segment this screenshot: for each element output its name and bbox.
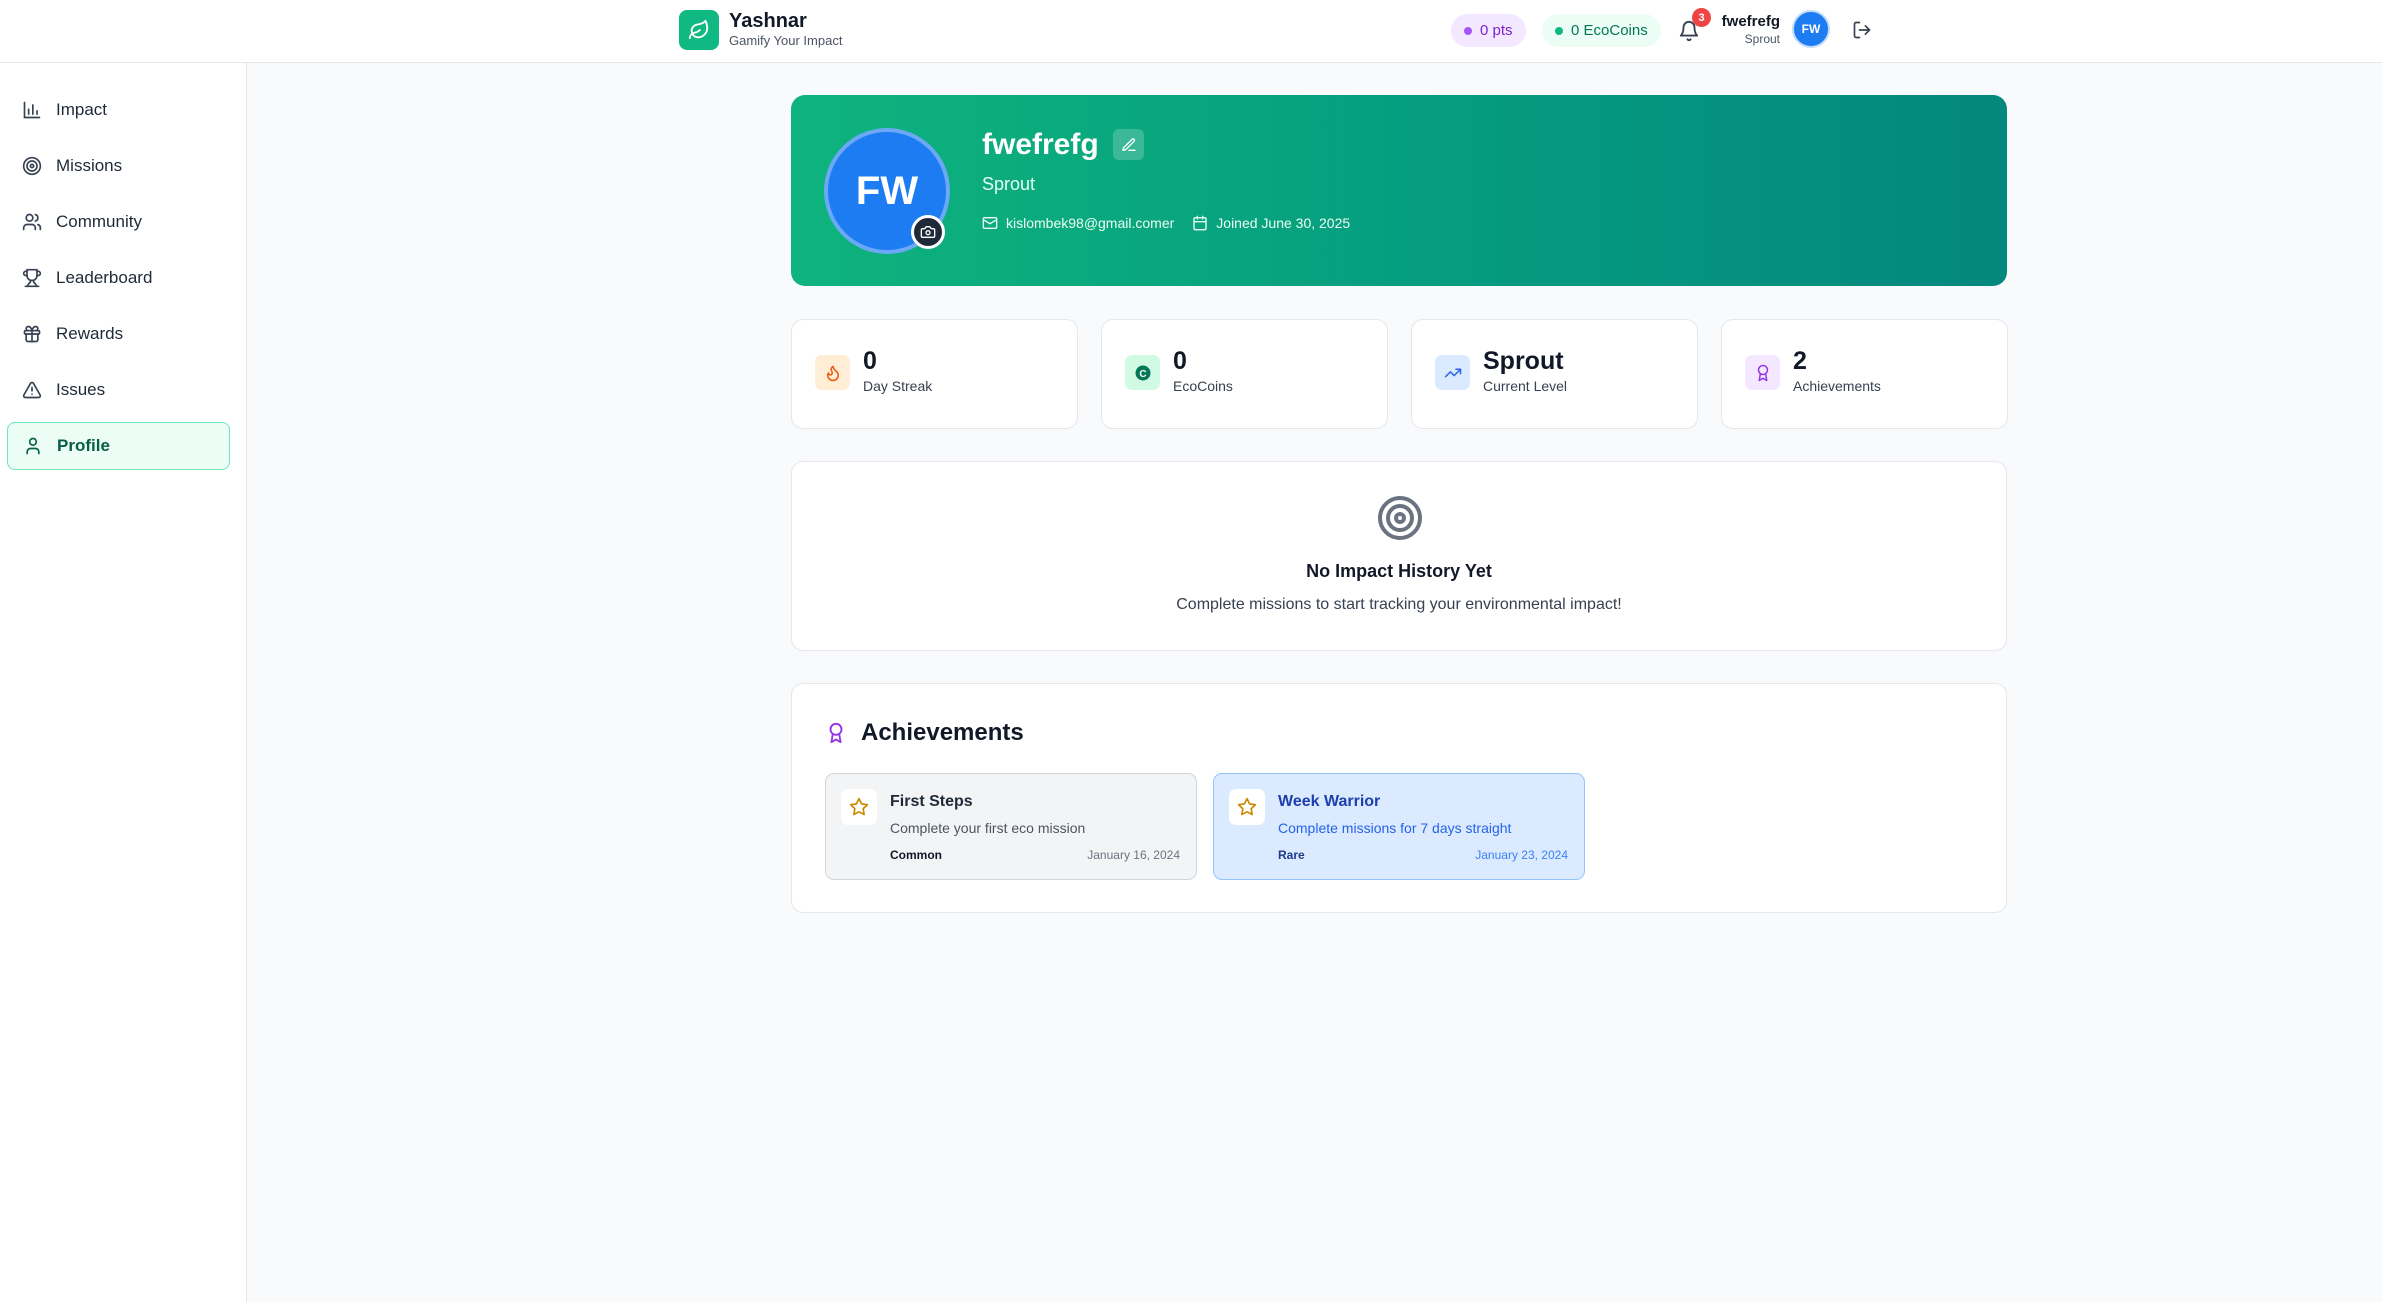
impact-history-card: No Impact History Yet Complete missions … <box>791 461 2007 651</box>
stat-value: Sprout <box>1483 347 1564 375</box>
trophy-icon <box>22 268 42 288</box>
calendar-icon <box>1193 215 1207 231</box>
sidebar-item-issues[interactable]: Issues <box>7 366 230 414</box>
profile-joined: Joined June 30, 2025 <box>1216 215 1351 231</box>
pencil-icon <box>1121 137 1136 151</box>
bar-chart-icon <box>23 101 41 119</box>
app-name: Yashnar <box>729 10 807 32</box>
svg-text:C: C <box>1139 368 1146 379</box>
profile-meta: kislombek98@gmail.comer Joined June 30, … <box>982 215 1350 231</box>
coin-icon: C <box>1125 355 1160 390</box>
stat-value: 2 <box>1793 347 1807 375</box>
stat-card-achievements: 2 Achievements <box>1721 319 2008 429</box>
target-icon <box>22 156 42 176</box>
sidebar-item-label: Missions <box>56 156 123 175</box>
sidebar-item-label: Profile <box>57 436 110 455</box>
profile-header-card: FW fwefrefg Sprout kislombek98@gmail.com… <box>791 95 2007 286</box>
ecocoins-badge: 0 EcoCoins <box>1542 14 1661 47</box>
app-tagline: Gamify Your Impact <box>729 33 843 48</box>
stat-card-ecocoins: C 0 EcoCoins <box>1101 319 1388 429</box>
achievement-date: January 16, 2024 <box>1087 848 1180 862</box>
points-dot-icon <box>1464 26 1472 35</box>
leaf-icon <box>679 10 719 50</box>
alert-triangle-icon <box>22 381 42 399</box>
sidebar-item-leaderboard[interactable]: Leaderboard <box>7 254 230 302</box>
empty-state-text: Complete missions to start tracking your… <box>1176 596 1622 613</box>
sidebar-item-missions[interactable]: Missions <box>7 142 230 190</box>
achievement-rarity: Common <box>890 848 942 862</box>
sidebar-item-label: Rewards <box>56 324 124 343</box>
user-icon <box>26 437 40 455</box>
user-menu[interactable]: fwefrefg Sprout <box>1700 12 1780 47</box>
empty-state-title: No Impact History Yet <box>1306 561 1492 581</box>
achievement-item[interactable]: First Steps Complete your first eco miss… <box>825 773 1197 880</box>
achievements-card: Achievements First Steps Complete your f… <box>791 683 2007 913</box>
achievement-rarity: Rare <box>1278 848 1305 862</box>
points-badge: 0 pts <box>1451 14 1526 47</box>
camera-icon[interactable] <box>911 215 945 249</box>
ecocoins-label: 0 EcoCoins <box>1571 22 1648 39</box>
sidebar-item-label: Leaderboard <box>56 268 153 287</box>
trending-up-icon <box>1435 355 1470 390</box>
stat-label: Achievements <box>1793 378 1881 394</box>
users-icon <box>22 213 42 231</box>
achievement-date: January 23, 2024 <box>1475 848 1568 862</box>
achievement-description: Complete missions for 7 days straight <box>1278 820 1512 836</box>
edit-profile-button[interactable] <box>1113 129 1144 160</box>
stat-value: 0 <box>1173 347 1187 375</box>
stat-card-current-level: Sprout Current Level <box>1411 319 1698 429</box>
stat-card-day-streak: 0 Day Streak <box>791 319 1078 429</box>
logout-icon[interactable] <box>1848 16 1876 44</box>
achievement-title: Week Warrior <box>1278 793 1381 810</box>
flame-icon <box>815 355 850 390</box>
sidebar-item-label: Impact <box>56 100 108 119</box>
sidebar: Impact Missions Community Leaderboard Re… <box>0 63 247 1302</box>
ecocoins-dot-icon <box>1555 26 1563 35</box>
sidebar-item-impact[interactable]: Impact <box>7 86 230 134</box>
profile-email: kislombek98@gmail.comer <box>1006 215 1175 231</box>
mail-icon <box>982 217 998 229</box>
award-icon <box>829 722 843 744</box>
stat-label: Current Level <box>1483 378 1568 394</box>
achievement-description: Complete your first eco mission <box>890 820 1086 836</box>
stat-value: 0 <box>863 347 877 375</box>
target-icon <box>1378 496 1422 540</box>
sidebar-item-label: Community <box>56 212 142 231</box>
profile-name: fwefrefg <box>982 128 1099 161</box>
gift-icon <box>23 325 41 343</box>
sidebar-item-profile[interactable]: Profile <box>7 422 230 470</box>
achievements-title: Achievements <box>861 719 1024 746</box>
avatar[interactable]: FW <box>1792 10 1830 48</box>
profile-level: Sprout <box>982 174 1036 194</box>
sidebar-item-label: Issues <box>56 380 106 399</box>
points-label: 0 pts <box>1480 22 1513 39</box>
achievements-header: Achievements <box>825 719 1024 747</box>
star-icon <box>1229 789 1265 825</box>
star-icon <box>841 789 877 825</box>
header-user-name: fwefrefg <box>1721 13 1780 30</box>
stat-label: Day Streak <box>863 378 933 394</box>
top-bar: Yashnar Gamify Your Impact 0 pts 0 EcoCo… <box>0 0 2382 63</box>
sidebar-item-rewards[interactable]: Rewards <box>7 310 230 358</box>
sidebar-item-community[interactable]: Community <box>7 198 230 246</box>
achievement-item[interactable]: Week Warrior Complete missions for 7 day… <box>1213 773 1585 880</box>
award-icon <box>1745 355 1780 390</box>
header-user-level: Sprout <box>1744 32 1780 46</box>
achievement-title: First Steps <box>890 793 973 810</box>
brand[interactable]: Yashnar Gamify Your Impact <box>679 10 842 50</box>
stat-label: EcoCoins <box>1173 378 1233 394</box>
